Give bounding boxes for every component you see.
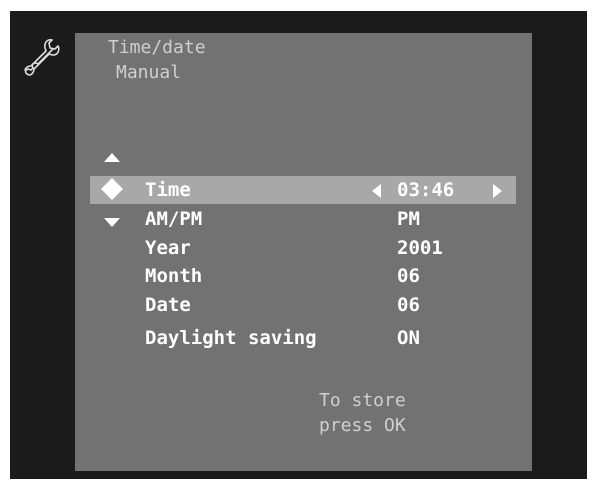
menu-item-am-pm[interactable]: AM/PM PM [75,206,532,232]
menu-item-daylight-saving[interactable]: Daylight saving ON [75,325,532,351]
menu-item-value: 2001 [397,237,443,259]
menu-item-value: 06 [397,265,420,287]
triangle-right-icon[interactable] [493,184,502,198]
store-hint-line2: press OK [319,415,406,436]
menu-item-label: Month [145,265,203,287]
triangle-left-icon[interactable] [372,184,381,198]
menu-item-date[interactable]: Date 06 [75,292,532,318]
store-hint: To store press OK [319,388,406,438]
menu-item-value: 06 [397,294,420,316]
menu-item-month[interactable]: Month 06 [75,263,532,289]
triangle-up-icon[interactable] [104,153,120,162]
menu-item-label: AM/PM [145,208,203,230]
menu-subtitle: Manual [116,62,182,83]
menu-item-year[interactable]: Year 2001 [75,235,532,261]
menu-panel: Time/date Manual Time 03:46 AM/PM PM Yea… [75,33,532,471]
wrench-icon [24,39,60,76]
menu-item-label: Date [145,294,191,316]
store-hint-line1: To store [319,390,406,411]
menu-item-value[interactable]: 03:46 [397,177,454,203]
menu-item-time[interactable]: Time 03:46 [75,177,532,203]
menu-item-label: Time [145,179,191,201]
menu-item-value: ON [397,327,420,349]
menu-item-label: Year [145,237,191,259]
menu-item-label: Daylight saving [145,327,317,349]
menu-title: Time/date [108,37,206,58]
menu-item-value: PM [397,208,420,230]
